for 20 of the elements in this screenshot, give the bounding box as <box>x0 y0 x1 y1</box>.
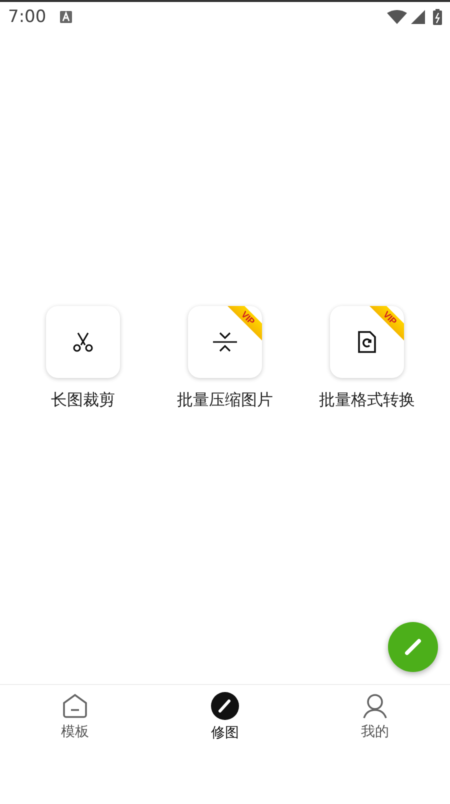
pencil-icon <box>402 636 424 658</box>
user-icon <box>362 693 388 719</box>
notification-icon <box>60 11 72 23</box>
wifi-icon <box>387 10 407 24</box>
nav-tab[interactable]: 我的 <box>300 685 450 749</box>
edit-fab[interactable] <box>388 622 438 672</box>
file-convert-icon <box>357 330 377 354</box>
tool-label: 批量格式转换 <box>319 390 415 410</box>
pencil-icon <box>211 692 239 720</box>
signal-icon <box>411 10 425 24</box>
nav-tab[interactable]: 模板 <box>0 685 150 749</box>
battery-icon <box>433 9 442 25</box>
status-time: 7:00 <box>8 7 46 27</box>
tool-label: 批量压缩图片 <box>177 390 273 410</box>
scissors-icon <box>72 330 94 352</box>
tool-label: 长图裁剪 <box>51 390 115 410</box>
nav-tab[interactable]: 修图 <box>150 685 300 749</box>
home-icon <box>62 693 88 719</box>
compress-icon <box>212 330 238 352</box>
tool-button[interactable] <box>46 306 120 378</box>
